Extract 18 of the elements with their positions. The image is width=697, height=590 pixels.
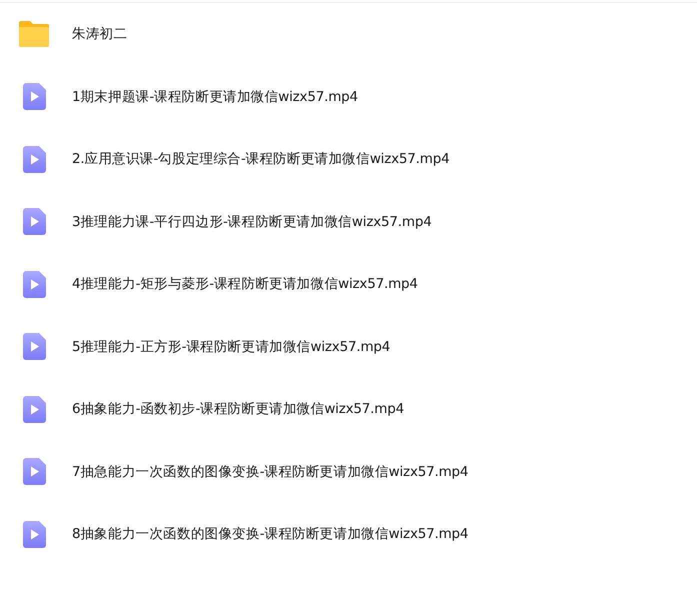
file-name[interactable]: 5推理能力-正方形-课程防断更请加微信wizx57.mp4 xyxy=(72,336,390,357)
file-name[interactable]: 7抽急能力一次函数的图像变换-课程防断更请加微信wizx57.mp4 xyxy=(72,462,468,482)
video-file-icon xyxy=(22,333,46,360)
video-file-icon xyxy=(22,146,46,173)
file-name[interactable]: 6抽象能力-函数初步-课程防断更请加微信wizx57.mp4 xyxy=(72,399,404,420)
file-name[interactable]: 8抽象能力一次函数的图像变换-课程防断更请加微信wizx57.mp4 xyxy=(72,524,468,544)
video-file-icon xyxy=(22,83,46,110)
video-file-icon xyxy=(22,458,46,486)
file-name[interactable]: 2.应用意识课-勾股定理综合-课程防断更请加微信wizx57.mp4 xyxy=(72,149,450,170)
folder-icon xyxy=(19,21,49,48)
file-name[interactable]: 4推理能力-矩形与菱形-课程防断更请加微信wizx57.mp4 xyxy=(72,274,418,294)
video-file-icon xyxy=(22,396,46,423)
video-file-icon xyxy=(22,270,46,298)
file-name[interactable]: 3推理能力课-平行四边形-课程防断更请加微信wizx57.mp4 xyxy=(72,212,432,232)
video-file-icon xyxy=(22,520,46,548)
file-name[interactable]: 1期末押题课-课程防断更请加微信wizx57.mp4 xyxy=(72,86,358,107)
video-file-icon xyxy=(22,208,46,236)
folder-name[interactable]: 朱涛初二 xyxy=(72,24,128,44)
